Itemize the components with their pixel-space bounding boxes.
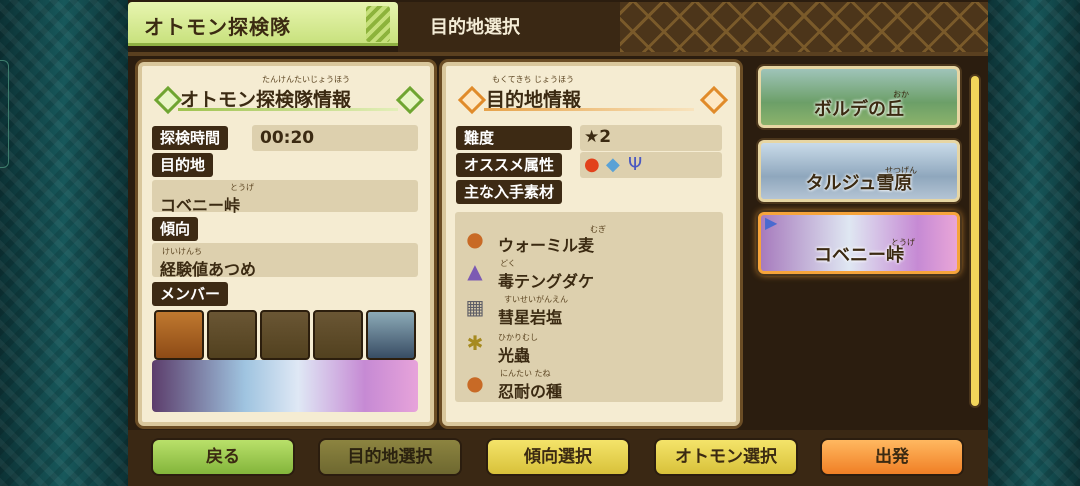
sack-icon: ● <box>466 371 484 395</box>
time-value: 00:20 <box>260 128 315 148</box>
members-label: メンバー <box>152 282 229 306</box>
trend-select-button[interactable]: 傾向選択 <box>488 440 628 474</box>
material-name: 毒テングダケ <box>498 272 595 291</box>
screen-title: 目的地選択 <box>430 17 520 38</box>
destination-item-borude-hill[interactable]: おか ボルデの丘 <box>758 66 960 128</box>
recommended-attr-label: オススメ属性 <box>456 153 563 177</box>
left-border <box>0 0 128 486</box>
time-label: 探検時間 <box>152 126 229 150</box>
destination-name: タルジュ雪原 <box>805 173 913 194</box>
destination-value: コベニー峠 <box>160 196 241 215</box>
otomon-select-button[interactable]: オトモン選択 <box>656 440 796 474</box>
material-name: ウォーミル麦 <box>498 236 595 255</box>
trend-label: 傾向 <box>152 217 199 241</box>
destination-item-kobeny-pass[interactable]: ▶ とうげ コベニー峠 <box>758 212 960 274</box>
header-pattern <box>620 2 988 52</box>
destination-banner <box>152 360 418 412</box>
member-slot-empty[interactable] <box>260 310 310 360</box>
selected-flag-icon: ▶ <box>765 213 778 232</box>
trend-value: 経験値あつめ <box>160 260 257 279</box>
destination-select-button[interactable]: 目的地選択 <box>320 440 460 474</box>
material-name: 忍耐の種 <box>498 382 563 401</box>
materials-label: 主な入手素材 <box>456 180 563 204</box>
member-slot-empty[interactable] <box>313 310 363 360</box>
depart-button[interactable]: 出発 <box>822 440 962 474</box>
mushroom-icon: ▲ <box>467 259 483 283</box>
right-border <box>988 0 1080 486</box>
member-slot-empty[interactable] <box>207 310 257 360</box>
material-name: 彗星岩塩 <box>498 308 563 327</box>
bug-icon: ✱ <box>466 331 484 355</box>
ore-icon: ▦ <box>465 295 485 319</box>
difficulty-value: ★2 <box>584 127 612 147</box>
header-divider <box>128 52 988 56</box>
destination-label: 目的地 <box>152 153 214 177</box>
dest-info-title-ruby: もくてきち じょうほう <box>492 75 575 84</box>
thunder-attribute-icon: Ψ <box>628 154 643 175</box>
header-deco-icon <box>366 6 390 42</box>
ice-attribute-icon: ◆ <box>606 154 620 175</box>
header-tab: オトモン探検隊 <box>128 2 398 46</box>
title-underline <box>178 108 398 111</box>
destination-name: コベニー峠 <box>814 245 904 266</box>
destination-name: ボルデの丘 <box>814 99 904 120</box>
member-slot-monster[interactable] <box>366 310 416 360</box>
scrollbar-thumb[interactable] <box>971 76 979 406</box>
edge-tab[interactable] <box>0 60 9 168</box>
difficulty-label: 難度 <box>456 126 572 150</box>
destination-item-taruju-snowfield[interactable]: せつげん タルジュ雪原 <box>758 140 960 202</box>
sack-icon: ● <box>466 227 484 251</box>
material-name: 光蟲 <box>498 346 531 365</box>
recommended-attr-box <box>580 152 722 178</box>
header-tab-title: オトモン探検隊 <box>144 15 291 39</box>
panel-title-ruby: たんけんたいじょうほう <box>262 75 350 84</box>
title-underline <box>484 108 694 111</box>
member-slot-otomon[interactable] <box>154 310 204 360</box>
back-button[interactable]: 戻る <box>153 440 293 474</box>
fire-attribute-icon: ● <box>584 154 600 175</box>
